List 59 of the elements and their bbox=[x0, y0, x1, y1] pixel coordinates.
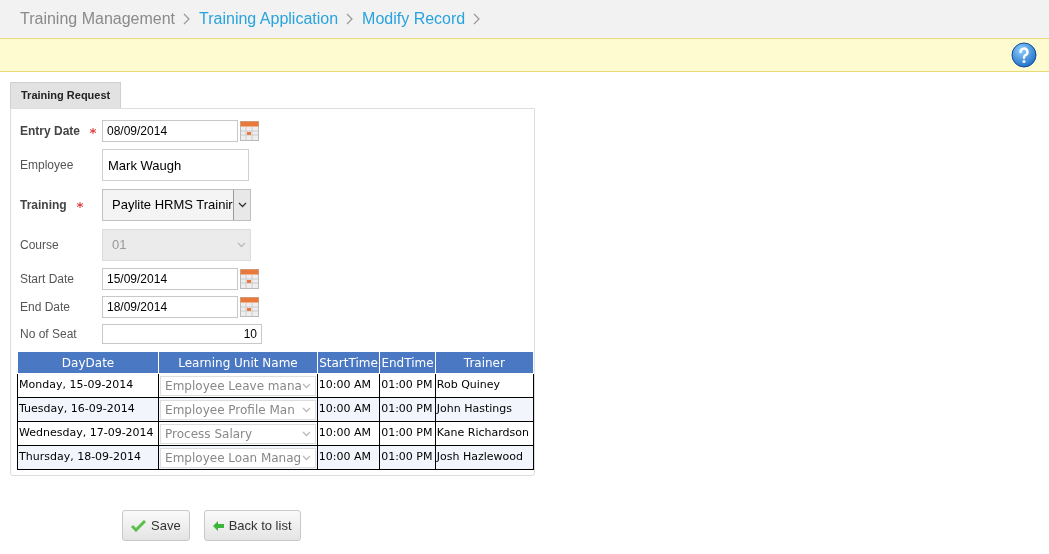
unit-select[interactable]: Employee Leave mana bbox=[160, 375, 316, 396]
date-field[interactable]: 18/09/2014 bbox=[102, 296, 238, 318]
table-cell: Thursday, 18-09-2014 bbox=[19, 450, 142, 464]
unit-select[interactable]: Employee Loan Manag bbox=[160, 447, 316, 468]
table-cell: 01:00 PM bbox=[381, 402, 433, 416]
arrow-left-icon bbox=[212, 519, 224, 532]
required-icon bbox=[90, 128, 97, 134]
required-icon bbox=[76, 202, 83, 208]
save-button[interactable]: Save bbox=[122, 510, 190, 541]
column-header: StartTime bbox=[317, 351, 380, 374]
table-cell: 01:00 PM bbox=[381, 378, 433, 392]
date-field[interactable]: 08/09/2014 bbox=[102, 120, 238, 142]
table-cell: 10:00 AM bbox=[318, 378, 372, 392]
field-label: Course bbox=[20, 237, 59, 254]
caret-icon bbox=[301, 430, 311, 437]
chevron-icon bbox=[183, 13, 192, 25]
number-field[interactable]: 10 bbox=[102, 324, 262, 344]
column-header: DayDate bbox=[17, 351, 159, 374]
caret-icon bbox=[301, 382, 311, 389]
unit-select[interactable]: Process Salary bbox=[160, 423, 316, 444]
breadcrumb-text: Training Management bbox=[20, 9, 176, 29]
field-label: Employee bbox=[20, 157, 74, 174]
table-cell: 10:00 AM bbox=[318, 402, 372, 416]
table-cell: 10:00 AM bbox=[318, 426, 372, 440]
table-cell: 01:00 PM bbox=[381, 426, 433, 440]
field-label: Start Date bbox=[20, 271, 75, 288]
table-cell: Josh Hazlewood bbox=[436, 450, 523, 464]
table-cell: Kane Richardson bbox=[436, 426, 529, 440]
unit-select[interactable]: Employee Profile Man bbox=[160, 399, 316, 420]
field-label: Entry Date bbox=[20, 123, 81, 140]
table-cell: 01:00 PM bbox=[381, 450, 433, 464]
caret-icon bbox=[301, 454, 311, 461]
table-cell: Tuesday, 16-09-2014 bbox=[19, 402, 135, 416]
help-icon[interactable] bbox=[1011, 42, 1037, 68]
field-label: End Date bbox=[20, 299, 71, 316]
check-icon bbox=[131, 519, 146, 532]
tab[interactable]: Training Request bbox=[10, 82, 122, 108]
table-cell: Rob Quiney bbox=[436, 378, 501, 392]
text-field[interactable]: Mark Waugh bbox=[102, 149, 249, 181]
select-field[interactable]: Paylite HRMS Trainir bbox=[102, 189, 251, 221]
chevron-icon bbox=[346, 13, 355, 25]
caret-icon bbox=[301, 406, 311, 413]
caret-icon bbox=[237, 202, 247, 208]
caret-icon bbox=[237, 242, 246, 248]
column-header: Trainer bbox=[435, 351, 534, 374]
table-cell: Monday, 15-09-2014 bbox=[19, 378, 134, 392]
table-cell: Wednesday, 17-09-2014 bbox=[19, 426, 154, 440]
column-header: Learning Unit Name bbox=[158, 351, 318, 374]
field-label: Training bbox=[20, 197, 67, 214]
table-cell: 10:00 AM bbox=[318, 450, 372, 464]
back-button[interactable]: Back to list bbox=[203, 510, 301, 541]
column-header: EndTime bbox=[379, 351, 436, 374]
calendar-icon[interactable] bbox=[240, 121, 259, 141]
calendar-icon[interactable] bbox=[240, 269, 259, 289]
table-cell: John Hastings bbox=[436, 402, 512, 416]
date-field[interactable]: 15/09/2014 bbox=[102, 268, 238, 290]
field-label: No of Seat bbox=[20, 326, 77, 343]
calendar-icon[interactable] bbox=[240, 297, 259, 317]
chevron-icon bbox=[473, 13, 482, 25]
